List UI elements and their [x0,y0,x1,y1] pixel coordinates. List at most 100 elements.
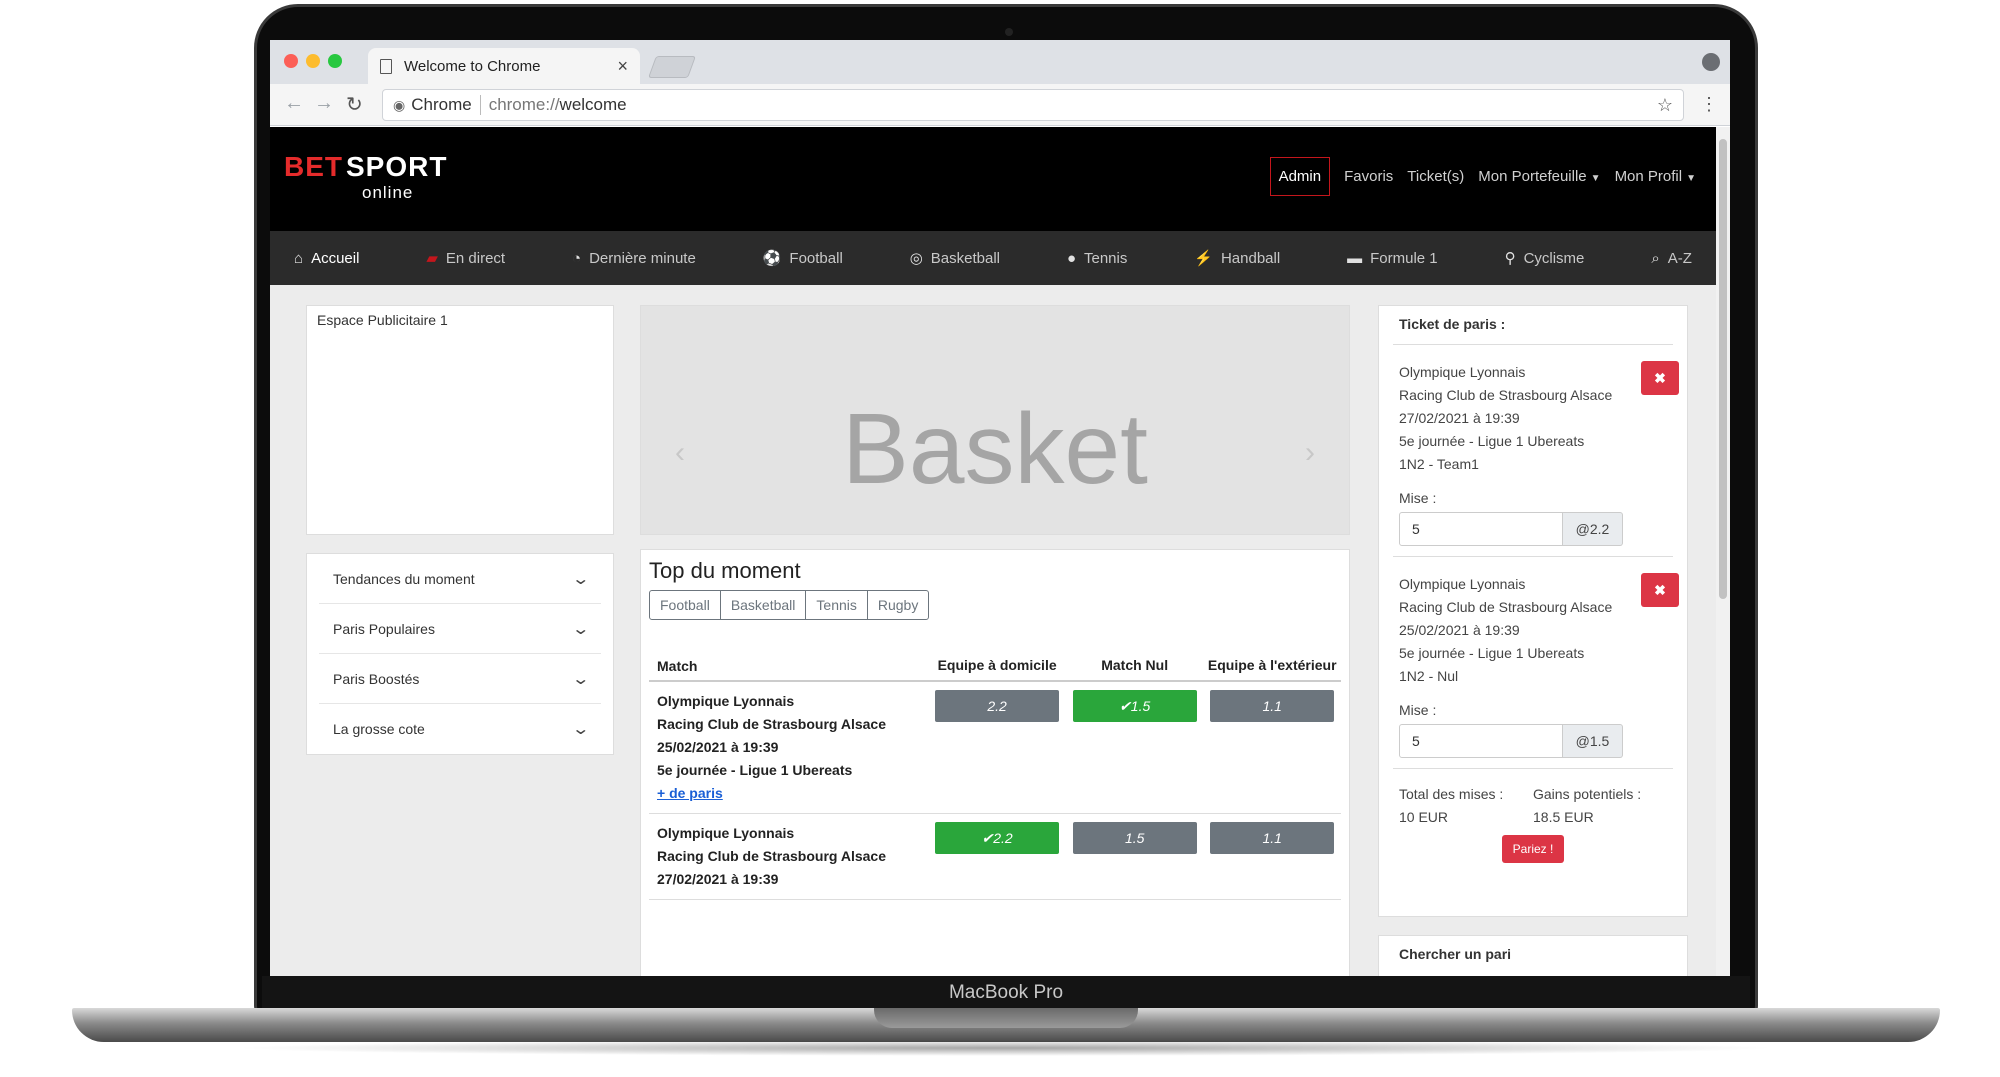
odd-button-draw[interactable]: ✔ 1.5 [1072,690,1197,722]
nav-accueil[interactable]: ⌂ Accueil [294,250,359,267]
browser-tab[interactable]: Welcome to Chrome × [368,48,640,84]
nav-derniere-minute[interactable]: ◔ Dernière minute [572,250,696,267]
minimize-window-button[interactable] [306,54,320,68]
search-bet-title: Chercher un pari [1399,946,1512,962]
nav-label: Cyclisme [1523,249,1585,267]
caret-down-icon: ▼ [1590,173,1601,184]
sport-navigation: ⌂ Accueil ▰ En direct ◔ Dernière minute ⚽ Fo… [270,231,1716,285]
bet-away-team: Racing Club de Strasbourg Alsace [1399,599,1613,615]
check-icon: ✔ [1119,697,1131,714]
url-scheme: chrome:// [488,95,560,114]
ad-label: Espace Publicitaire 1 [317,312,448,328]
filter-football[interactable]: Football [649,590,721,620]
bet-home-team: Olympique Lyonnais [1399,364,1526,380]
accordion-label: Tendances du moment [333,570,475,587]
accordion-tendances[interactable]: Tendances du moment ⌄ [319,554,601,604]
carousel-next-icon[interactable]: › [1305,436,1315,470]
close-icon: ✖ [1654,369,1666,386]
odd-button-away[interactable]: 1.1 [1210,690,1335,722]
top-du-moment: Top du moment Football Basketball Tennis… [640,549,1350,976]
screen: Welcome to Chrome × ← → ↻ ◉ Chrome chrom… [270,40,1730,976]
ticket-totals: Total des mises : 10 EUR Gains potentiel… [1393,769,1673,829]
favoris-link[interactable]: Favoris [1344,168,1393,185]
laptop-shadow [230,1040,1780,1056]
sport-filter-group: Football Basketball Tennis Rugby [649,590,1341,620]
profile-icon[interactable] [1702,53,1720,71]
page-icon [380,58,392,74]
nav-handball[interactable]: ⚡ Handball [1194,249,1281,268]
match-date: 27/02/2021 à 19:39 [657,871,779,887]
nav-en-direct[interactable]: ▰ En direct [426,249,506,268]
football-icon: ⚽ [762,250,782,267]
nav-label: En direct [445,249,506,267]
nav-formule-1[interactable]: ▬ Formule 1 [1347,250,1438,267]
nav-label: Handball [1220,249,1281,267]
ticket-title: Ticket de paris : [1393,306,1673,345]
carousel: Basket ‹ › [640,305,1350,573]
browser-tabbar: Welcome to Chrome × [270,40,1730,84]
more-bets-link[interactable]: + de paris [657,782,920,805]
page-scrollbar[interactable] [1716,127,1730,976]
scrollbar-thumb[interactable] [1719,139,1727,599]
tickets-link[interactable]: Ticket(s) [1407,168,1464,185]
gains-value: 18.5 EUR [1533,809,1594,825]
odd-value: 2.2 [993,830,1013,846]
bet-type: 1N2 - Nul [1399,668,1459,684]
nav-basketball[interactable]: ◎ Basketball [910,249,1000,268]
nav-a-z[interactable]: ⌕ A-Z [1651,250,1692,267]
forward-arrow-icon[interactable]: → [314,92,334,115]
odd-button-away[interactable]: 1.1 [1210,822,1335,854]
bet-league: 5e journée - Ligue 1 Ubereats [1399,433,1585,449]
new-tab-button[interactable] [647,56,697,78]
match-info: Olympique Lyonnais Racing Club de Strasb… [649,690,928,805]
portefeuille-dropdown[interactable]: Mon Portefeuille ▼ [1478,168,1600,185]
odd-value: 1.5 [1130,698,1151,714]
logo-bet: BET [284,151,343,182]
back-arrow-icon[interactable]: ← [284,92,304,115]
odd-button-home[interactable]: 2.2 [935,690,1060,722]
filter-rugby[interactable]: Rugby [866,590,930,620]
remove-bet-button[interactable]: ✖ [1641,573,1679,607]
odd-value: 2.2 [987,698,1007,714]
address-bar[interactable]: ◉ Chrome chrome:// welcome ☆ [382,89,1684,121]
maximize-window-button[interactable] [328,54,342,68]
stake-input[interactable]: 5 [1399,724,1563,758]
profil-dropdown[interactable]: Mon Profil ▼ [1615,168,1696,185]
remove-bet-button[interactable]: ✖ [1641,361,1679,395]
sidebar-accordion: Tendances du moment ⌄ Paris Populaires ⌄ P… [306,553,614,755]
logo-sport: SPORT [346,151,448,182]
nav-cyclisme[interactable]: ⚲ Cyclisme [1505,249,1585,268]
carousel-slide-text: Basket [842,393,1148,505]
portefeuille-label: Mon Portefeuille [1478,168,1587,185]
bookmark-star-icon[interactable]: ☆ [1657,95,1673,116]
nav-label: A-Z [1667,249,1692,267]
close-tab-icon[interactable]: × [617,56,628,77]
nav-tennis[interactable]: ● Tennis [1067,250,1127,267]
browser-menu-icon[interactable]: ⋮ [1700,94,1718,115]
accordion-paris-boostes[interactable]: Paris Boostés ⌄ [319,654,601,704]
odd-button-draw[interactable]: 1.5 [1072,822,1197,854]
close-window-button[interactable] [284,54,298,68]
filter-basketball[interactable]: Basketball [719,590,807,620]
stake-input[interactable]: 5 [1399,512,1563,546]
live-icon: ▰ [426,250,438,267]
f1-car-icon: ▬ [1347,249,1363,267]
caret-down-icon: ▼ [1686,173,1696,184]
odd-button-home[interactable]: ✔ 2.2 [935,822,1060,854]
admin-button[interactable]: Admin [1269,157,1331,196]
accordion-grosse-cote[interactable]: La grosse cote ⌄ [319,704,601,754]
carousel-prev-icon[interactable]: ‹ [675,436,685,470]
pariez-button[interactable]: Pariez ! [1502,835,1564,863]
header-draw: Match Nul [1101,657,1169,673]
accordion-label: La grosse cote [333,721,425,737]
match-date: 25/02/2021 à 19:39 [657,739,779,755]
search-icon: ⌕ [1651,249,1660,267]
accordion-paris-populaires[interactable]: Paris Populaires ⌄ [319,604,601,654]
nav-label: Dernière minute [589,249,696,267]
reload-icon[interactable]: ↻ [346,92,363,117]
nav-football[interactable]: ⚽ Football [762,249,843,268]
bet-ticket: Ticket de paris : Olympique Lyonnais Rac… [1378,305,1688,917]
ad-space: Espace Publicitaire 1 [306,305,614,535]
filter-tennis[interactable]: Tennis [805,590,868,620]
bet-type: 1N2 - Team1 [1399,456,1479,472]
